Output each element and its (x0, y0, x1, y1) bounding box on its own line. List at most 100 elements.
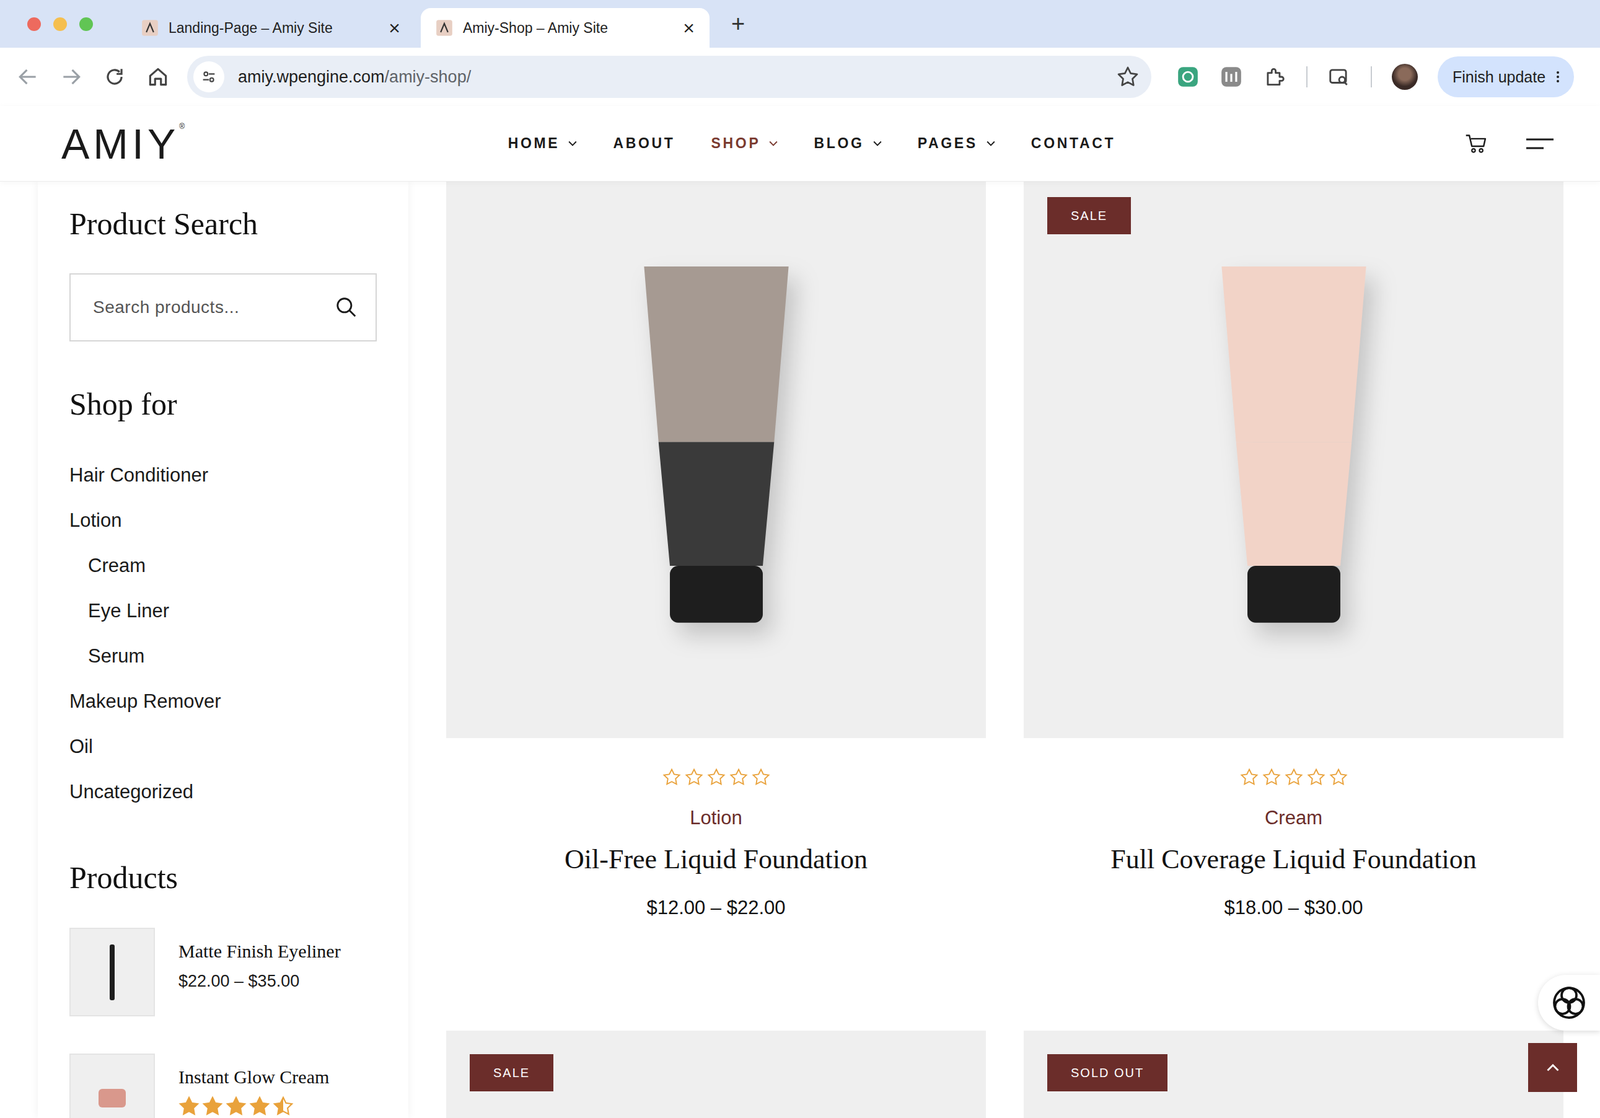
close-tab-button[interactable]: × (388, 17, 401, 38)
chevron-up-icon (1542, 1057, 1564, 1079)
reading-mode-icon[interactable] (1327, 65, 1351, 89)
category-item[interactable]: Oil (69, 723, 389, 770)
browser-window: Landing-Page – Amiy Site×Amiy-Shop – Ami… (0, 0, 1600, 1118)
forward-arrow-icon[interactable] (59, 65, 84, 89)
bookmark-star-icon[interactable] (1116, 65, 1139, 88)
star-icon (1329, 767, 1348, 787)
product-image[interactable]: SALE (446, 1030, 986, 1118)
finish-update-button[interactable]: Finish update (1437, 56, 1574, 98)
product-thumbnail[interactable] (69, 1053, 155, 1118)
assistant-knot-icon (1550, 984, 1588, 1022)
minimize-window-icon[interactable] (53, 17, 67, 31)
category-item[interactable]: Lotion (69, 497, 389, 543)
browser-toolbar: amiy.wpengine.com/amiy-shop/Finish updat… (0, 47, 1600, 106)
nav-item[interactable]: CONTACT (1031, 135, 1116, 152)
browser-tab[interactable]: Landing-Page – Amiy Site× (126, 8, 416, 48)
product-category[interactable]: Lotion (689, 805, 742, 831)
home-icon[interactable] (146, 65, 170, 89)
product-price: $12.00 – $22.00 (646, 895, 786, 921)
browser-tab[interactable]: Amiy-Shop – Amiy Site× (420, 8, 710, 48)
category-item[interactable]: Cream (69, 542, 389, 589)
chevron-down-icon (568, 140, 577, 147)
back-arrow-icon[interactable] (16, 65, 40, 89)
product-name[interactable]: Oil-Free Liquid Foundation (564, 842, 868, 877)
window-controls (27, 17, 93, 31)
category-item[interactable]: Uncategorized (69, 769, 389, 815)
site-favicon-icon (141, 19, 159, 37)
reload-icon[interactable] (102, 65, 127, 89)
product-image[interactable] (446, 181, 986, 739)
category-item[interactable]: Eye Liner (69, 588, 389, 634)
extensions-area: Finish update (1176, 56, 1574, 98)
star-icon (662, 767, 682, 787)
products-title: Products (69, 858, 389, 897)
scroll-to-top-button[interactable] (1528, 1042, 1578, 1092)
tune-icon (200, 68, 218, 86)
star-icon (729, 767, 748, 787)
star-icon (707, 767, 726, 787)
close-window-icon[interactable] (27, 17, 41, 31)
star-icon (178, 1095, 200, 1117)
header-actions (1115, 131, 1563, 156)
product-name[interactable]: Instant Glow Cream (178, 1064, 330, 1090)
product-widget-item[interactable]: Matte Finish Eyeliner $22.00 – $35.00 (69, 927, 389, 1017)
tab-strip: Landing-Page – Amiy Site×Amiy-Shop – Ami… (0, 0, 1600, 48)
product-name[interactable]: Full Coverage Liquid Foundation (1110, 842, 1477, 877)
shop-sidebar: Product Search Search products... Shop for… (37, 181, 409, 1118)
product-card[interactable]: SALE Cream Full Coverage Liquid Foundation… (1023, 181, 1564, 993)
menu-lines-icon[interactable] (1526, 137, 1554, 150)
toolbar-divider (1306, 66, 1308, 88)
site-favicon-icon (435, 19, 453, 37)
star-icon (1284, 767, 1304, 787)
product-thumbnail[interactable] (69, 927, 155, 1017)
nav-item[interactable]: HOME (508, 135, 578, 152)
site-logo[interactable]: AMIY® (61, 122, 509, 165)
product-card[interactable]: SALE (446, 1030, 986, 1118)
search-magnifier-icon[interactable] (334, 295, 359, 320)
product-grid: Lotion Oil-Free Liquid Foundation $12.00 –… (446, 181, 1564, 1118)
site-info-button[interactable] (193, 61, 225, 93)
address-bar[interactable]: amiy.wpengine.com/amiy-shop/ (187, 55, 1152, 98)
nav-item[interactable]: BLOG (813, 135, 882, 152)
maximize-window-icon[interactable] (79, 17, 93, 31)
product-badge: SALE (1047, 197, 1131, 235)
categories-title: Shop for (69, 385, 389, 423)
category-item[interactable]: Hair Conditioner (69, 452, 389, 498)
product-widget-item[interactable]: Instant Glow Cream (69, 1053, 389, 1118)
close-tab-button[interactable]: × (682, 17, 695, 38)
category-item[interactable]: Makeup Remover (69, 678, 389, 724)
product-price: $18.00 – $30.00 (1223, 895, 1363, 921)
profile-avatar-icon[interactable] (1391, 63, 1418, 90)
star-icon (751, 767, 771, 787)
product-card[interactable]: SOLD OUT (1023, 1030, 1564, 1118)
toolbar-divider (1370, 66, 1372, 88)
product-name[interactable]: Matte Finish Eyeliner (178, 938, 341, 964)
new-tab-button[interactable]: + (731, 10, 745, 38)
star-icon (1306, 767, 1326, 787)
product-price: $22.00 – $35.00 (178, 968, 341, 994)
product-search-field[interactable]: Search products... (69, 273, 377, 342)
product-category[interactable]: Cream (1264, 805, 1323, 831)
category-item[interactable]: Serum (69, 633, 389, 679)
chat-assistant-button[interactable] (1538, 974, 1600, 1031)
product-badge: SALE (469, 1054, 554, 1092)
product-card[interactable]: Lotion Oil-Free Liquid Foundation $12.00 –… (446, 181, 986, 993)
chevron-down-icon (986, 140, 996, 147)
star-icon (1239, 767, 1259, 787)
star-icon (225, 1095, 247, 1117)
url-text[interactable]: amiy.wpengine.com/amiy-shop/ (237, 67, 1117, 87)
more-dots-icon (1555, 69, 1561, 85)
star-rating (178, 1095, 330, 1117)
grey-extension-icon[interactable] (1219, 65, 1244, 89)
nav-item[interactable]: ABOUT (612, 135, 675, 152)
star-icon (684, 767, 704, 787)
nav-item[interactable]: SHOP (711, 135, 779, 152)
star-rating (662, 767, 771, 787)
puzzle-extensions-icon[interactable] (1262, 65, 1287, 89)
nav-item[interactable]: PAGES (917, 135, 996, 152)
search-title: Product Search (69, 205, 389, 243)
product-image[interactable]: SOLD OUT (1023, 1030, 1564, 1118)
chatgpt-extension-icon[interactable] (1176, 65, 1200, 89)
product-image[interactable]: SALE (1023, 181, 1564, 739)
cart-icon[interactable] (1464, 131, 1488, 156)
